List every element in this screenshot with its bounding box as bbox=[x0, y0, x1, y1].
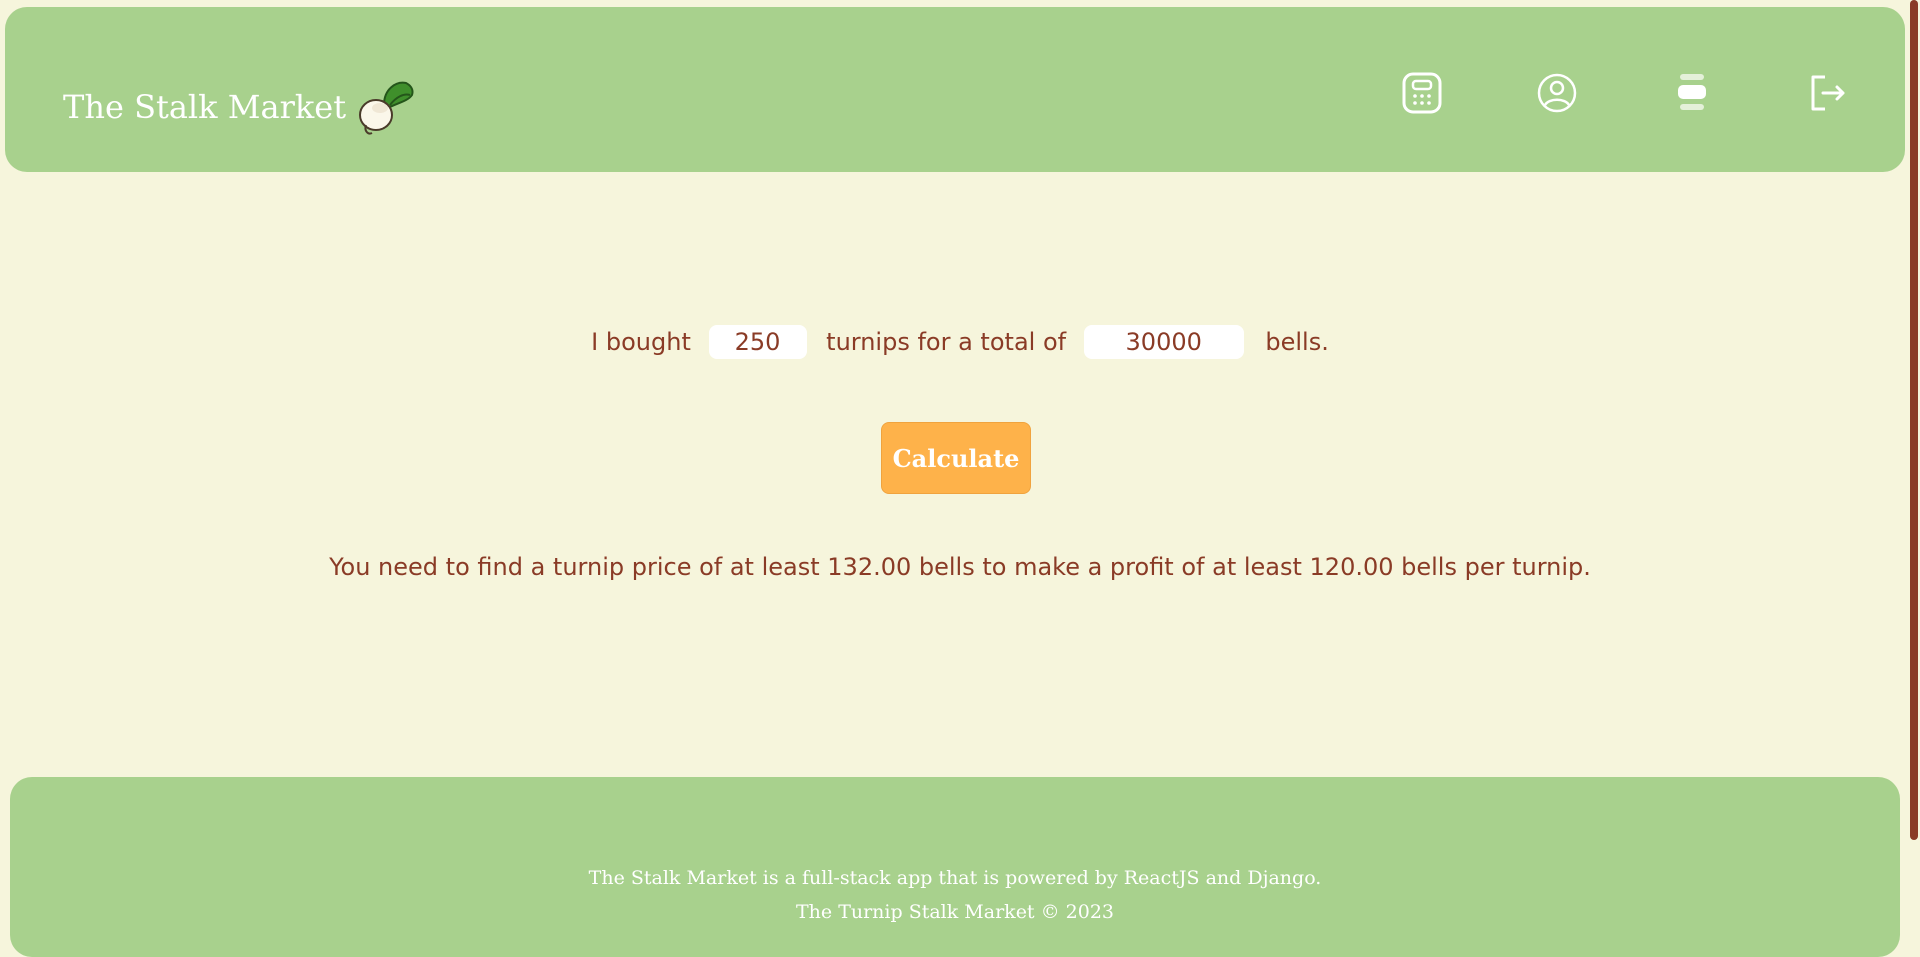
calculator-icon[interactable] bbox=[1398, 69, 1446, 117]
brand[interactable]: The Stalk Market bbox=[63, 75, 418, 139]
turnips-input[interactable] bbox=[709, 325, 807, 359]
purchase-form: I bought turnips for a total of bells. bbox=[0, 325, 1920, 359]
scrollbar-thumb[interactable] bbox=[1910, 0, 1918, 840]
label-bells: bells. bbox=[1265, 328, 1328, 356]
brand-title: The Stalk Market bbox=[63, 88, 346, 126]
bells-input[interactable] bbox=[1084, 325, 1244, 359]
turnip-icon bbox=[354, 75, 418, 139]
list-icon[interactable] bbox=[1668, 69, 1716, 117]
calculate-button[interactable]: Calculate bbox=[881, 422, 1031, 494]
header-bar: The Stalk Market bbox=[5, 7, 1905, 172]
user-circle-icon[interactable] bbox=[1533, 69, 1581, 117]
logout-icon[interactable] bbox=[1803, 69, 1851, 117]
scrollbar[interactable] bbox=[1908, 0, 1920, 923]
footer-description: The Stalk Market is a full-stack app tha… bbox=[10, 867, 1900, 889]
label-bought: I bought bbox=[591, 328, 691, 356]
footer: The Stalk Market is a full-stack app tha… bbox=[10, 777, 1900, 957]
result-text: You need to find a turnip price of at le… bbox=[0, 553, 1920, 581]
footer-copyright: The Turnip Stalk Market © 2023 bbox=[10, 901, 1900, 923]
label-turnips-total: turnips for a total of bbox=[826, 328, 1066, 356]
